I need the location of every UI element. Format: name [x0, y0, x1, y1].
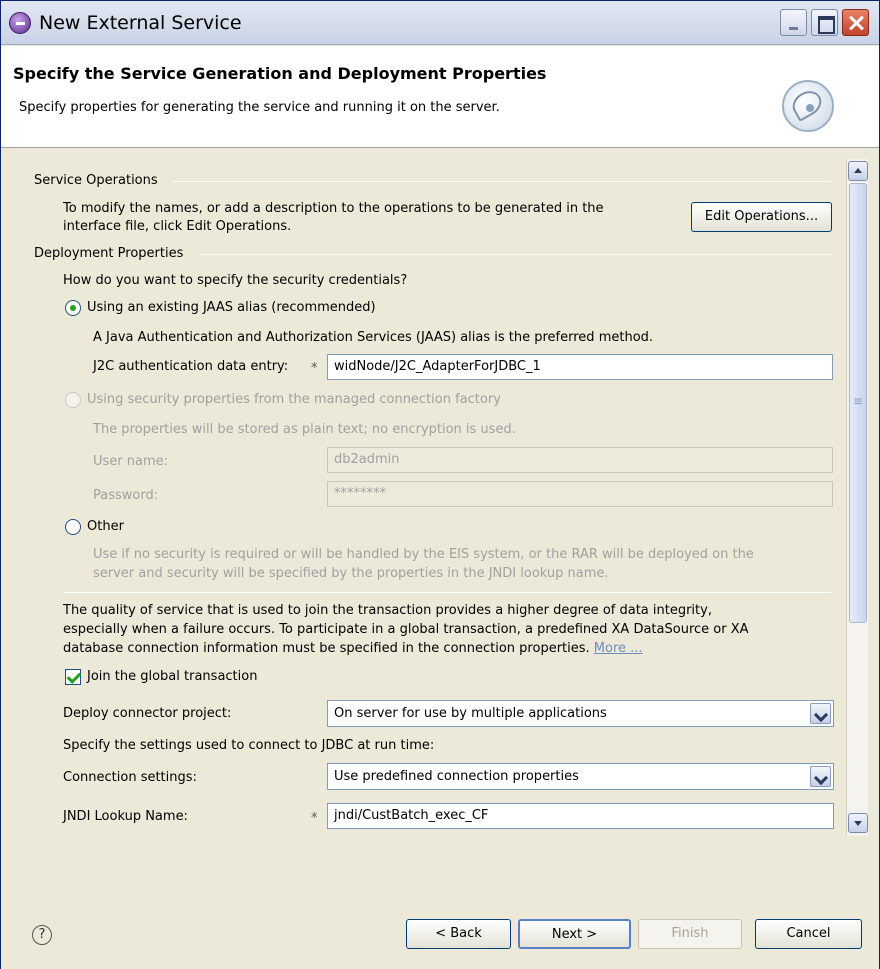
maximize-button[interactable]: [811, 9, 838, 36]
deploy-label: Deploy connector project:: [63, 706, 232, 721]
page-title: Specify the Service Generation and Deplo…: [13, 64, 547, 83]
scroll-down-icon[interactable]: [848, 813, 868, 833]
wizard-footer: ? < Back Next > Finish Cancel: [1, 899, 879, 969]
other-help-1: Use if no security is required or will b…: [93, 547, 754, 562]
scroll-thumb[interactable]: [849, 183, 867, 623]
chevron-down-icon[interactable]: [810, 766, 831, 787]
deploy-connector-value: On server for use by multiple applicatio…: [334, 706, 607, 721]
separator: [173, 181, 831, 182]
jaas-alias-label[interactable]: Using an existing JAAS alias (recommende…: [87, 300, 376, 315]
wizard-header: Specify the Service Generation and Deplo…: [1, 46, 879, 148]
minimize-button[interactable]: [780, 9, 807, 36]
chevron-down-icon[interactable]: [810, 703, 831, 724]
back-button[interactable]: < Back: [406, 919, 511, 949]
jaas-help-text: A Java Authentication and Authorization …: [93, 330, 654, 345]
service-operations-desc-2: interface file, click Edit Operations.: [63, 219, 292, 234]
connection-settings-value: Use predefined connection properties: [334, 769, 579, 784]
close-button[interactable]: [842, 9, 869, 36]
deploy-connector-select[interactable]: On server for use by multiple applicatio…: [327, 700, 834, 727]
username-label: User name:: [93, 454, 169, 469]
jaas-alias-radio[interactable]: [65, 300, 81, 316]
other-help-2: server and security will be specified by…: [93, 566, 609, 581]
window-title: New External Service: [39, 12, 242, 34]
qos-text-1: The quality of service that is used to j…: [63, 603, 712, 618]
required-marker: *: [311, 361, 318, 376]
edit-operations-button[interactable]: Edit Operations...: [691, 202, 832, 232]
scroll-up-icon[interactable]: [848, 161, 868, 181]
qos-text-2: especially when a failure occurs. To par…: [63, 622, 749, 637]
next-button[interactable]: Next >: [518, 919, 631, 949]
other-radio[interactable]: [65, 519, 81, 535]
security-help-text: The properties will be stored as plain t…: [93, 422, 516, 437]
wizard-window: New External Service Specify the Service…: [0, 0, 880, 969]
cancel-button[interactable]: Cancel: [755, 919, 862, 949]
jndi-label: JNDI Lookup Name:: [63, 809, 188, 824]
password-field[interactable]: ********: [327, 481, 833, 507]
join-transaction-label[interactable]: Join the global transaction: [87, 669, 257, 684]
j2c-label: J2C authentication data entry:: [93, 359, 289, 374]
jndi-lookup-field[interactable]: jndi/CustBatch_exec_CF: [327, 803, 834, 829]
more-link[interactable]: More ...: [594, 641, 643, 656]
vertical-scrollbar[interactable]: [846, 159, 868, 836]
deployment-properties-label: Deployment Properties: [34, 246, 184, 261]
page-description: Specify properties for generating the se…: [19, 100, 500, 115]
required-marker: *: [311, 811, 318, 826]
connection-settings-select[interactable]: Use predefined connection properties: [327, 763, 834, 790]
runtime-note: Specify the settings used to connect to …: [63, 738, 435, 753]
qos-text-3-content: database connection information must be …: [63, 641, 590, 656]
help-icon[interactable]: ?: [32, 925, 52, 945]
qos-text-3: database connection information must be …: [63, 641, 643, 656]
title-bar: New External Service: [1, 1, 879, 45]
finish-button[interactable]: Finish: [638, 919, 742, 949]
join-transaction-checkbox[interactable]: [65, 669, 81, 685]
separator: [63, 592, 831, 593]
service-operations-desc-1: To modify the names, or add a descriptio…: [63, 201, 604, 216]
other-label[interactable]: Other: [87, 519, 124, 534]
service-operations-label: Service Operations: [34, 173, 158, 188]
connection-settings-label: Connection settings:: [63, 770, 197, 785]
separator: [201, 254, 831, 255]
security-properties-radio[interactable]: [65, 392, 81, 408]
wizard-banner-icon: [782, 80, 834, 132]
app-icon: [9, 12, 31, 34]
username-field[interactable]: db2admin: [327, 447, 833, 473]
security-properties-label: Using security properties from the manag…: [87, 392, 501, 407]
password-label: Password:: [93, 488, 159, 503]
security-question: How do you want to specify the security …: [63, 273, 408, 288]
j2c-auth-entry-field[interactable]: widNode/J2C_AdapterForJDBC_1: [327, 354, 833, 380]
